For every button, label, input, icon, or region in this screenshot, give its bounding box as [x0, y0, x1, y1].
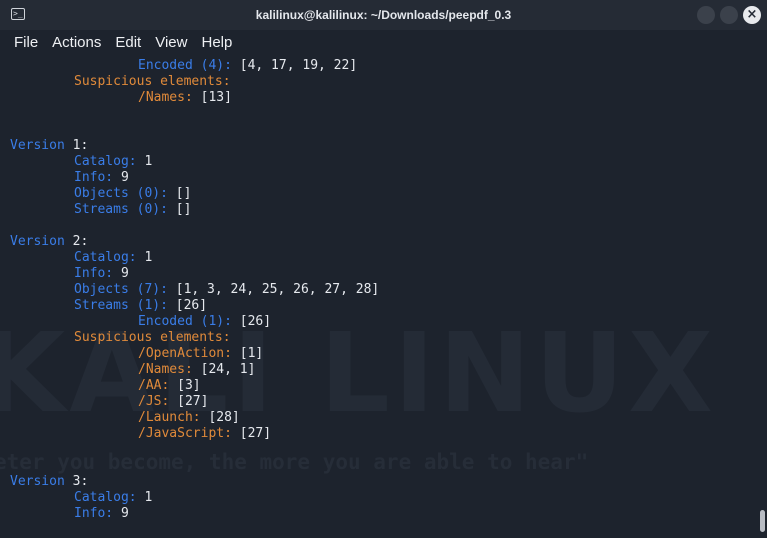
terminal-value: [26] — [231, 314, 272, 329]
terminal-key: Objects (0): — [74, 186, 168, 201]
terminal-key: Info: — [74, 506, 114, 521]
terminal-key: Objects (7): — [74, 282, 168, 297]
title-bar: >_ kalilinux@kalilinux: ~/Downloads/peep… — [0, 0, 767, 30]
menu-bar: File Actions Edit View Help — [0, 30, 767, 56]
menu-view[interactable]: View — [148, 30, 194, 56]
close-button[interactable]: × — [743, 6, 761, 24]
terminal-line: Catalog: 1 — [74, 154, 152, 170]
terminal-key: Suspicious elements: — [74, 330, 231, 345]
menu-file[interactable]: File — [0, 30, 45, 56]
terminal-key: Streams (0): — [74, 202, 168, 217]
terminal-value: [28] — [200, 410, 240, 425]
terminal-value: [] — [167, 186, 192, 201]
terminal-key: Version — [10, 234, 65, 249]
terminal-key: /JS: — [138, 394, 170, 409]
terminal-line: /Launch: [28] — [138, 410, 240, 426]
terminal-line: Info: 9 — [74, 506, 129, 522]
terminal-line: /JavaScript: [27] — [138, 426, 271, 442]
terminal-value: [3] — [169, 378, 201, 393]
terminal-line: Suspicious elements: — [74, 330, 231, 346]
terminal-value: 9 — [113, 266, 129, 281]
terminal-value: 9 — [113, 506, 129, 521]
terminal-line: Catalog: 1 — [74, 250, 152, 266]
terminal-line: /Names: [13] — [138, 90, 232, 106]
terminal-key: /Names: — [138, 90, 193, 105]
terminal-line: /OpenAction: [1] — [138, 346, 263, 362]
terminal-value: 1 — [136, 154, 153, 169]
scrollbar-thumb[interactable] — [760, 510, 765, 532]
terminal-key: Encoded (1): — [138, 314, 232, 329]
terminal-key: /Names: — [138, 362, 193, 377]
terminal-line: /AA: [3] — [138, 378, 201, 394]
terminal-value: 1 — [136, 250, 153, 265]
terminal-value: [1, 3, 24, 25, 26, 27, 28] — [167, 282, 380, 297]
terminal-key: Catalog: — [74, 154, 137, 169]
terminal-value: [26] — [167, 298, 208, 313]
terminal-key: Suspicious elements: — [74, 74, 231, 89]
terminal-value: 3: — [64, 474, 89, 489]
terminal-value: 2: — [64, 234, 89, 249]
terminal-value: 1 — [136, 490, 153, 505]
terminal-value: [4, 17, 19, 22] — [231, 58, 358, 73]
terminal-key: Streams (1): — [74, 298, 168, 313]
menu-actions[interactable]: Actions — [45, 30, 108, 56]
terminal-value: [27] — [169, 394, 209, 409]
terminal-value: 1: — [64, 138, 89, 153]
terminal-line: Streams (1): [26] — [74, 298, 207, 314]
terminal-value: [13] — [192, 90, 232, 105]
menu-edit[interactable]: Edit — [108, 30, 148, 56]
terminal-value: [] — [167, 202, 192, 217]
terminal-key: /JavaScript: — [138, 426, 232, 441]
terminal-line: Encoded (4): [4, 17, 19, 22] — [138, 58, 357, 74]
terminal-value: 9 — [113, 170, 129, 185]
terminal-line: Streams (0): [] — [74, 202, 191, 218]
window-title: kalilinux@kalilinux: ~/Downloads/peepdf_… — [255, 8, 512, 22]
terminal-line: Info: 9 — [74, 170, 129, 186]
terminal-line: Suspicious elements: — [74, 74, 231, 90]
terminal-line: /Names: [24, 1] — [138, 362, 255, 378]
terminal-line: /JS: [27] — [138, 394, 208, 410]
terminal-key: Catalog: — [74, 490, 137, 505]
terminal-line: Encoded (1): [26] — [138, 314, 271, 330]
terminal-line: Objects (7): [1, 3, 24, 25, 26, 27, 28] — [74, 282, 379, 298]
terminal-key: Info: — [74, 170, 114, 185]
menu-help[interactable]: Help — [194, 30, 239, 56]
terminal-key: Version — [10, 474, 65, 489]
terminal-key: /AA: — [138, 378, 170, 393]
minimize-button[interactable] — [697, 6, 715, 24]
terminal-key: Catalog: — [74, 250, 137, 265]
terminal-key: Version — [10, 138, 65, 153]
terminal-line: Version 1: — [10, 138, 88, 154]
terminal-output[interactable]: Encoded (4): [4, 17, 19, 22] Suspicious e… — [0, 58, 755, 538]
terminal-line: Version 2: — [10, 234, 88, 250]
terminal-value: [1] — [231, 346, 264, 361]
terminal-line: Info: 9 — [74, 266, 129, 282]
terminal-value: [27] — [231, 426, 272, 441]
terminal-line: Catalog: 1 — [74, 490, 152, 506]
terminal-key: /OpenAction: — [138, 346, 232, 361]
terminal-line: Version 3: — [10, 474, 88, 490]
terminal-key: /Launch: — [138, 410, 201, 425]
maximize-button[interactable] — [720, 6, 738, 24]
terminal-value: [24, 1] — [192, 362, 256, 377]
terminal-line: Objects (0): [] — [74, 186, 191, 202]
terminal-key: Info: — [74, 266, 114, 281]
terminal-key: Encoded (4): — [138, 58, 232, 73]
